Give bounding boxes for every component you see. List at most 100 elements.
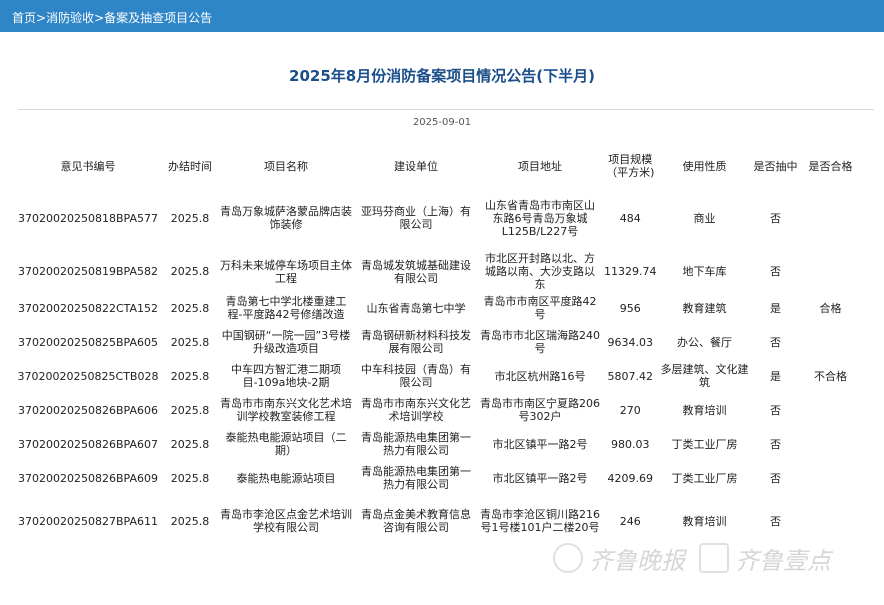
table-header-row: 意见书编号 办结时间 项目名称 建设单位 项目地址 项目规模（平方米) 使用性质… — [14, 148, 861, 184]
project-size-cell: 11329.74 — [604, 265, 657, 278]
completion-time-cell: 2025.8 — [170, 335, 210, 349]
permit-number-cell: 37020020250826BPA606 — [18, 403, 158, 417]
qualified-result-cell: 合格 — [819, 301, 842, 315]
usage-type-cell: 教育培训 — [682, 403, 727, 417]
project-name-cell: 中车四方智汇港二期项目-109a地块-2期 — [231, 363, 341, 389]
permit-number-cell: 37020020250822CTA152 — [17, 301, 159, 315]
divider — [18, 109, 874, 110]
project-name-cell: 泰能热电能源站项目 — [236, 471, 336, 485]
project-address-cell: 市北区镇平一路2号 — [492, 437, 588, 451]
breadcrumb-section-link[interactable]: 消防验收 — [46, 11, 94, 25]
column-header: 项目地址 — [518, 159, 562, 173]
project-address-cell: 青岛市市南区平度路42号 — [483, 295, 597, 321]
breadcrumb-separator: > — [36, 11, 47, 25]
table-row: 37020020250826BPA607 2025.8 泰能热电能源站项目（二期） 青… — [14, 427, 861, 461]
project-name-cell: 青岛万象城萨洛蒙品牌店装饰装修 — [220, 205, 352, 231]
breadcrumb-current-link[interactable]: 备案及抽查项目公告 — [104, 11, 212, 25]
watermark-right-text: 齐鲁壹点 — [735, 546, 831, 575]
selected-flag-cell: 否 — [770, 265, 781, 278]
usage-type-cell: 教育建筑 — [682, 301, 727, 315]
completion-time-cell: 2025.8 — [170, 437, 210, 451]
qualified-result-cell: 不合格 — [814, 369, 847, 383]
project-size-cell: 980.03 — [611, 437, 650, 451]
permit-number-cell: 37020020250818BPA577 — [18, 211, 158, 225]
table-row: 37020020250818BPA577 2025.8 青岛万象城萨洛蒙品牌店装饰装… — [14, 184, 861, 252]
permit-number-cell: 37020020250826BPA607 — [18, 437, 158, 451]
completion-time-cell: 2025.8 — [170, 301, 210, 315]
completion-time-cell: 2025.8 — [170, 514, 210, 528]
column-header: 项目规模（平方米) — [606, 153, 655, 179]
project-size-cell: 956 — [619, 301, 641, 315]
project-size-cell: 4209.69 — [607, 471, 654, 485]
usage-type-cell: 丁类工业厂房 — [671, 437, 738, 451]
column-header: 项目名称 — [264, 159, 308, 173]
selected-flag-cell: 否 — [770, 335, 781, 349]
construction-unit-cell: 中车科技园（青岛）有限公司 — [361, 363, 471, 389]
project-name-cell: 中国钢研“一院一园”3号楼升级改造项目 — [221, 329, 351, 355]
usage-type-cell: 多层建筑、文化建筑 — [660, 363, 749, 389]
selected-flag-cell: 否 — [770, 403, 781, 417]
project-address-cell: 市北区开封路以北、方城路以南、大沙支路以东 — [485, 252, 595, 291]
watermark-logo-icon — [553, 543, 583, 573]
usage-type-cell: 商业 — [693, 211, 716, 225]
column-header: 建设单位 — [394, 159, 438, 173]
selected-flag-cell: 否 — [770, 211, 781, 225]
construction-unit-cell: 青岛能源热电集团第一热力有限公司 — [361, 465, 471, 491]
table-row: 37020020250825CTB028 2025.8 中车四方智汇港二期项目-10… — [14, 359, 861, 393]
project-name-cell: 青岛市市南东兴文化艺术培训学校教室装修工程 — [220, 397, 352, 423]
project-size-cell: 270 — [619, 403, 641, 417]
breadcrumb-separator: > — [94, 11, 105, 25]
project-address-cell: 青岛市市北区瑞海路240号 — [480, 329, 600, 355]
completion-time-cell: 2025.8 — [170, 369, 210, 383]
project-address-cell: 市北区杭州路16号 — [494, 369, 586, 383]
column-header: 意见书编号 — [60, 159, 116, 173]
project-name-cell: 青岛市李沧区点金艺术培训学校有限公司 — [220, 508, 352, 534]
project-name-cell: 万科未来城停车场项目主体工程 — [220, 258, 352, 285]
table-row: 37020020250822CTA152 2025.8 青岛第七中学北楼重建工程-平… — [14, 291, 861, 325]
project-address-cell: 青岛市市南区宁夏路206号302户 — [480, 397, 600, 423]
column-header: 使用性质 — [682, 159, 727, 173]
permit-number-cell: 37020020250819BPA582 — [18, 265, 158, 278]
watermark: 齐鲁晚报 齐鲁壹点 — [553, 538, 831, 578]
project-size-cell: 9634.03 — [607, 335, 654, 349]
usage-type-cell: 丁类工业厂房 — [671, 471, 738, 485]
project-name-cell: 泰能热电能源站项目（二期） — [225, 431, 347, 457]
permit-number-cell: 37020020250827BPA611 — [18, 514, 158, 528]
qualified-result-cell — [801, 427, 861, 461]
publish-date: 2025-09-01 — [412, 117, 472, 128]
qualified-result-cell — [801, 393, 861, 427]
construction-unit-cell: 青岛能源热电集团第一热力有限公司 — [361, 431, 471, 457]
top-navigation-bar: 首页>消防验收>备案及抽查项目公告 — [0, 0, 884, 32]
page-title: 2025年8月份消防备案项目情况公告(下半月) — [289, 67, 595, 85]
watermark-box-icon — [699, 543, 729, 573]
completion-time-cell: 2025.8 — [170, 211, 210, 225]
table-row: 37020020250819BPA582 2025.8 万科未来城停车场项目主体工程… — [14, 252, 861, 291]
table-row: 37020020250826BPA609 2025.8 泰能热电能源站项目 青岛能源热… — [14, 461, 861, 495]
usage-type-cell: 办公、餐厅 — [677, 335, 732, 349]
completion-time-cell: 2025.8 — [170, 265, 210, 278]
selected-flag-cell: 否 — [770, 437, 781, 451]
usage-type-cell: 地下车库 — [682, 265, 727, 278]
construction-unit-cell: 山东省青岛第七中学 — [366, 301, 466, 315]
project-size-cell: 5807.42 — [607, 369, 654, 383]
project-address-cell: 山东省青岛市市南区山东路6号青岛万象城L125B/L227号 — [485, 198, 595, 238]
column-header: 是否合格 — [808, 159, 853, 173]
table-row: 37020020250825BPA605 2025.8 中国钢研“一院一园”3号楼升… — [14, 325, 861, 359]
selected-flag-cell: 是 — [770, 301, 781, 315]
construction-unit-cell: 青岛钢研新材料科技发展有限公司 — [361, 329, 471, 355]
construction-unit-cell: 青岛点金美术教育信息咨询有限公司 — [361, 508, 471, 534]
permit-number-cell: 37020020250825BPA605 — [18, 335, 158, 349]
permit-number-cell: 37020020250826BPA609 — [18, 471, 158, 485]
construction-unit-cell: 青岛市市南东兴文化艺术培训学校 — [361, 397, 471, 423]
breadcrumb: 首页>消防验收>备案及抽查项目公告 — [12, 9, 212, 26]
qualified-result-cell — [801, 325, 861, 359]
breadcrumb-home-link[interactable]: 首页 — [12, 11, 36, 25]
column-header: 是否抽中 — [753, 159, 798, 173]
completion-time-cell: 2025.8 — [170, 403, 210, 417]
qualified-result-cell — [801, 252, 861, 291]
permit-number-cell: 37020020250825CTB028 — [17, 369, 159, 383]
selected-flag-cell: 是 — [770, 369, 781, 383]
selected-flag-cell: 否 — [770, 471, 781, 485]
project-size-cell: 484 — [619, 211, 641, 225]
watermark-left-text: 齐鲁晚报 — [589, 546, 685, 575]
